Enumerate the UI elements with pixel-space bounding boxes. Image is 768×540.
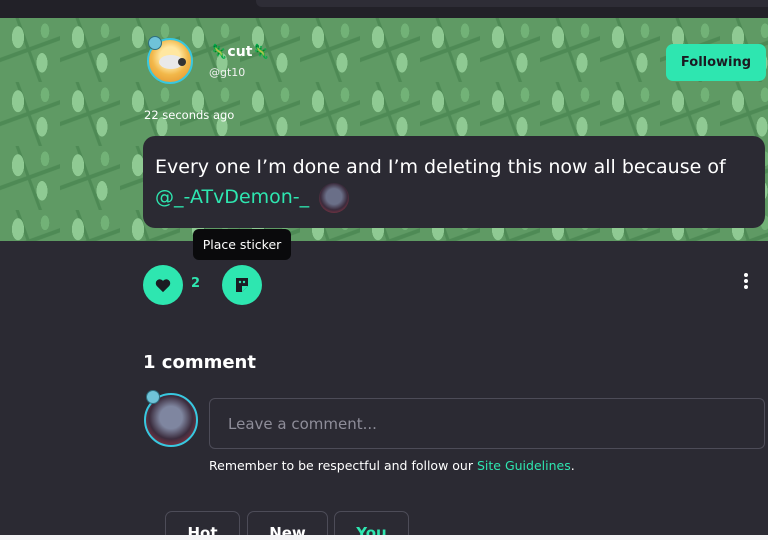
- top-search-bar[interactable]: [256, 0, 768, 7]
- author-avatar-badge: [148, 36, 162, 50]
- comment-input[interactable]: [209, 398, 765, 449]
- mention-avatar[interactable]: [319, 182, 350, 213]
- post-text: Every one I’m done and I’m deleting this…: [155, 156, 726, 178]
- sheep-head-shape: [178, 58, 186, 66]
- kebab-dot: [744, 273, 748, 277]
- kebab-dot: [744, 279, 748, 283]
- guidelines-notice: Remember to be respectful and follow our…: [209, 458, 575, 473]
- current-user-avatar-badge: [146, 390, 160, 404]
- bottom-divider: [0, 535, 768, 540]
- following-button[interactable]: Following: [666, 44, 766, 81]
- place-sticker-button[interactable]: [222, 265, 262, 305]
- author-display-name[interactable]: 🦎cut🦎: [210, 44, 270, 60]
- page: 🦎cut🦎 @gt10 Following 22 seconds ago Eve…: [0, 0, 768, 540]
- author-username[interactable]: @gt10: [209, 66, 245, 79]
- heart-icon: [155, 278, 171, 292]
- post-text-bubble: Every one I’m done and I’m deleting this…: [143, 136, 765, 228]
- site-guidelines-link[interactable]: Site Guidelines: [477, 458, 571, 473]
- top-bar: [0, 0, 768, 18]
- guidelines-text: Remember to be respectful and follow our: [209, 458, 477, 473]
- sticker-icon: [236, 278, 248, 292]
- kebab-dot: [744, 285, 748, 289]
- kebab-menu-icon[interactable]: [741, 273, 751, 293]
- place-sticker-tooltip: Place sticker: [193, 229, 291, 260]
- mention-link[interactable]: @_-ATvDemon-_: [155, 186, 309, 208]
- like-button[interactable]: [143, 265, 183, 305]
- post-timestamp: 22 seconds ago: [144, 108, 235, 122]
- comments-count-title: 1 comment: [143, 352, 256, 373]
- like-count: 2: [191, 276, 201, 291]
- guidelines-period: .: [570, 458, 575, 473]
